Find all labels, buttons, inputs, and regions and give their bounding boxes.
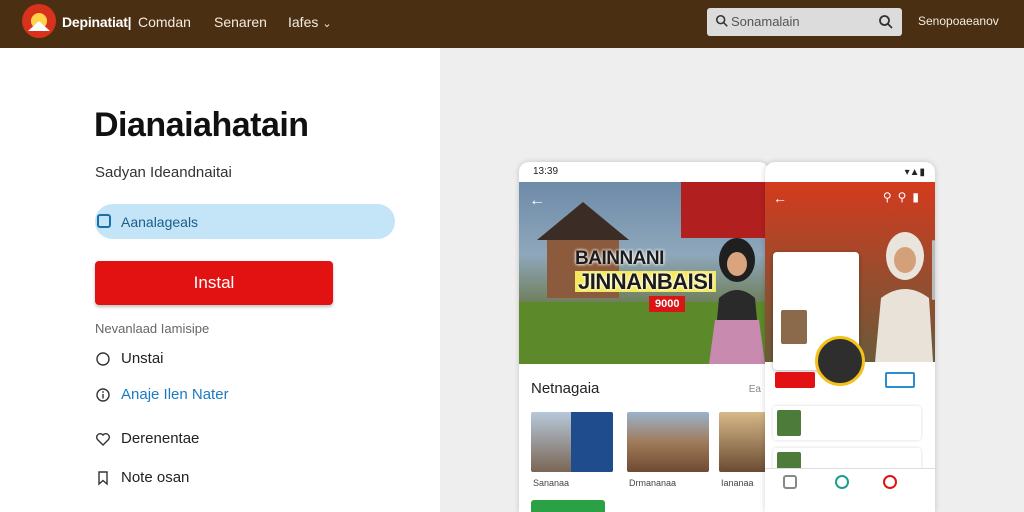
list-item-label: Anaje Ilen Nater (121, 386, 229, 403)
phone-screenshot-secondary: ▾▲▮ ← ⚲⚲▮ (765, 162, 935, 512)
logo-icon[interactable] (22, 4, 56, 38)
list-thumbnail (777, 410, 801, 436)
thumbnail-image[interactable] (719, 412, 769, 472)
back-arrow-icon[interactable]: ← (773, 190, 787, 206)
section-label: Nevanlaad Iamisipe (95, 321, 210, 336)
section-more-link[interactable]: Ea (749, 384, 761, 395)
user-menu[interactable]: Senopoaeanov (918, 14, 999, 28)
thumbnail-caption: Sananaa (533, 478, 570, 488)
radio-icon (96, 352, 110, 366)
list-item[interactable] (773, 406, 921, 440)
hero-image: ← BAINNANI JINNANBAISI 9000 (519, 182, 769, 364)
home-tab-icon[interactable] (783, 475, 797, 489)
person-illustration (709, 238, 765, 364)
profile-tab-icon[interactable] (883, 475, 897, 489)
checkbox-icon[interactable] (97, 214, 111, 228)
option-label: Aanalageals (121, 214, 199, 230)
avatar (781, 310, 807, 344)
nav-link-label: Iafes (288, 14, 319, 30)
search-input[interactable]: Sonamalain (731, 14, 800, 29)
status-bar: 13:39 (519, 162, 769, 182)
status-time: 13:39 (533, 166, 559, 177)
brand-name[interactable]: Depinatiat| (62, 14, 132, 30)
phone-screenshot-main: 13:39 ← BAINNANI JINNANBAISI 9000 Netnag… (519, 162, 769, 512)
page-title: Dianaiahatain (94, 106, 309, 144)
section-title: Netnagaia (531, 380, 600, 397)
search-submit-icon[interactable] (878, 14, 894, 30)
status-bar: ▾▲▮ (765, 162, 935, 182)
hero-banner: BAINNANI JINNANBAISI (575, 248, 717, 293)
red-button[interactable] (775, 372, 815, 388)
banner-line-2: JINNANBAISI (575, 271, 717, 293)
list-item-label: Unstai (121, 350, 164, 367)
banner-tag: 9000 (649, 296, 686, 312)
toolbar-icons[interactable]: ⚲⚲▮ (883, 190, 925, 204)
outline-button[interactable] (885, 372, 915, 388)
thumbnail-image[interactable] (627, 412, 709, 472)
scrollbar[interactable] (932, 240, 935, 300)
info-icon (96, 388, 110, 402)
nav-link-iafes[interactable]: Iafes ⌄ (288, 14, 332, 30)
avatar (815, 336, 865, 386)
nav-link-comdan[interactable]: Comdan (138, 14, 191, 30)
nav-link-senaren[interactable]: Senaren (214, 14, 267, 30)
explore-tab-icon[interactable] (835, 475, 849, 489)
page-subtitle: Sadyan Ideandnaitai (95, 164, 232, 181)
banner-line-1: BAINNANI (575, 248, 664, 269)
chevron-down-icon: ⌄ (322, 18, 332, 30)
person-illustration (875, 232, 933, 362)
bottom-tab-bar (765, 468, 935, 512)
green-badge (531, 500, 605, 512)
option-checkbox-row[interactable]: Aanalageals (95, 204, 395, 239)
list-item-label: Derenentae (121, 430, 200, 447)
bookmark-icon (98, 471, 108, 486)
signal-icon: ▾▲▮ (904, 167, 925, 178)
install-button[interactable]: Instal (95, 261, 333, 305)
thumbnail-image[interactable] (531, 412, 613, 472)
list-item-label: Note osan (121, 469, 190, 486)
top-navigation-bar: Depinatiat| Comdan Senaren Iafes ⌄ Sonama… (0, 0, 1024, 48)
search-icon (715, 14, 728, 27)
heart-icon (96, 433, 110, 446)
search-box[interactable]: Sonamalain (707, 8, 902, 36)
thumbnail-caption: Drmananaa (629, 478, 677, 488)
app-detail-panel: Dianaiahatain Sadyan Ideandnaitai Aanala… (0, 48, 440, 512)
back-arrow-icon[interactable]: ← (529, 192, 545, 210)
thumbnail-caption: Iananaa (721, 478, 754, 488)
